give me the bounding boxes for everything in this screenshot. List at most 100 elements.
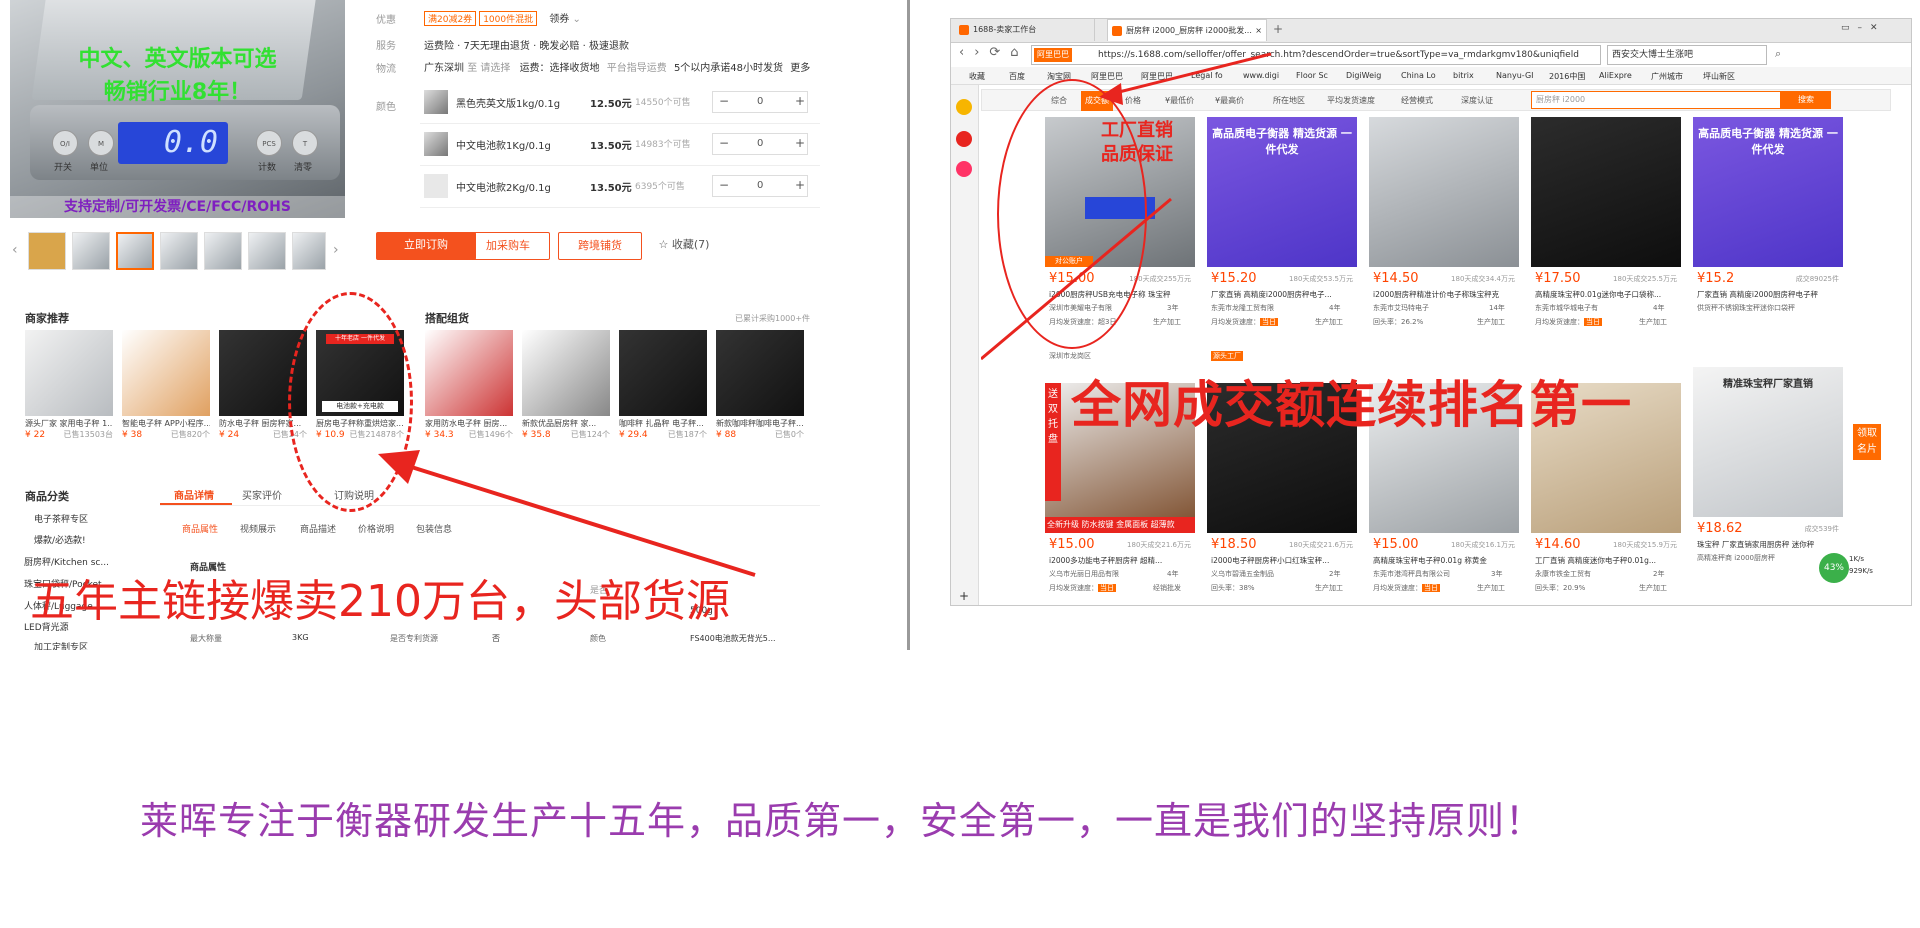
search-icon[interactable]: ⌕: [1775, 47, 1781, 61]
repeat-value: 20.9%: [1563, 584, 1586, 592]
result-sold: 180天成交15.9万元: [1613, 541, 1677, 549]
category-item[interactable]: 电子茶秤专区: [34, 512, 88, 525]
chevron-right-icon[interactable]: ›: [333, 242, 339, 258]
bookmark[interactable]: 广州城市: [1651, 71, 1683, 82]
business-card-widget[interactable]: 领取 名片: [1853, 424, 1881, 460]
browser-tab[interactable]: 1688-卖家工作台: [955, 19, 1095, 41]
tab-title: 1688-卖家工作台: [973, 25, 1037, 34]
product-card[interactable]: 咖啡秤 扎晶秤 电子秤... ¥ 29.4 已售187个: [619, 330, 707, 448]
result-card[interactable]: ¥17.50 180天成交25.5万元 高精度珠宝秤0.01g迷你电子口袋称..…: [1531, 117, 1681, 367]
subtab-description[interactable]: 商品描述: [300, 522, 336, 535]
result-card[interactable]: 高品质电子衡器 精选货源 一件代发 ¥15.2 成交89025件 厂家直销 高精…: [1693, 117, 1843, 367]
thumbnail[interactable]: [248, 232, 286, 270]
thumbnail-selected[interactable]: [116, 232, 154, 270]
plus-button[interactable]: +: [795, 94, 805, 108]
result-company[interactable]: 东莞市城华城电子有: [1535, 303, 1598, 313]
subtab-video[interactable]: 视频展示: [240, 522, 276, 535]
category-item[interactable]: 爆款/必选款!: [34, 533, 86, 546]
result-title[interactable]: i2000厨房秤精准计价电子称珠宝秤克: [1373, 289, 1519, 300]
bookmark[interactable]: bitrix: [1453, 71, 1474, 80]
search-button[interactable]: 搜索: [1781, 91, 1831, 109]
result-company[interactable]: 东莞市港湾秤具有限公司: [1373, 569, 1450, 579]
bookmark[interactable]: 坪山新区: [1703, 71, 1735, 82]
search-input[interactable]: 厨房秤 i2000: [1531, 91, 1781, 109]
filter-verified[interactable]: 深度认证: [1461, 91, 1493, 111]
thumbnail[interactable]: [160, 232, 198, 270]
result-company[interactable]: 供货秤不锈钢珠宝秤迷你口袋秤: [1697, 303, 1795, 313]
order-now-button[interactable]: 立即订购: [376, 232, 476, 260]
browser-tab-active[interactable]: 厨房秤 i2000_厨房秤 i2000批发... ×: [1107, 19, 1267, 41]
result-title[interactable]: 高精度珠宝秤电子秤0.01g 称黄金: [1373, 555, 1519, 566]
logistics-to-select[interactable]: 至 请选择: [467, 63, 510, 74]
logistics-more-link[interactable]: 更多: [790, 63, 810, 74]
sku-name: 中文电池款2Kg/0.1g: [456, 183, 551, 194]
bookmark[interactable]: Floor Sc: [1296, 71, 1328, 80]
filter-shipping[interactable]: 平均发货速度: [1327, 91, 1375, 111]
favorite-button[interactable]: ☆ 收藏(7): [654, 232, 714, 260]
quantity-value[interactable]: 0: [757, 138, 763, 149]
filter-mode[interactable]: 经营模式: [1401, 91, 1433, 111]
subtab-attributes[interactable]: 商品属性: [182, 522, 218, 535]
thumbnail[interactable]: [204, 232, 242, 270]
result-company[interactable]: 高精准秤商 i2000厨房秤: [1697, 553, 1775, 563]
promo-tag[interactable]: 1000件混批: [479, 11, 538, 26]
product-card[interactable]: 家用防水电子秤 厨房... ¥ 34.3 已售1496个: [425, 330, 513, 448]
result-company[interactable]: 义乌市光丽日用品有限: [1049, 569, 1119, 579]
sku-image[interactable]: [424, 90, 448, 114]
product-card[interactable]: 源头厂家 家用电子秤 1... ¥ 22 已售13503台: [25, 330, 113, 448]
minus-button[interactable]: −: [719, 94, 729, 108]
thumbnail[interactable]: [72, 232, 110, 270]
promo-tag[interactable]: 满20减2券: [424, 11, 477, 26]
sku-image[interactable]: [424, 174, 448, 198]
result-title[interactable]: 厂家直销 高精度i2000厨房秤电子秤: [1697, 289, 1843, 300]
service-value: 运费险 · 7天无理由退货 · 晚发必赔 · 极速退款: [424, 41, 629, 52]
add-cart-button[interactable]: 加采购车: [466, 232, 550, 260]
bookmark[interactable]: 2016中国: [1549, 71, 1585, 82]
tab-details[interactable]: 商品详情: [174, 487, 214, 502]
new-tab-icon[interactable]: +: [1273, 22, 1283, 36]
coupon-link[interactable]: 领券: [549, 14, 569, 25]
bookmark[interactable]: AliExpre: [1599, 71, 1632, 80]
plus-button[interactable]: +: [795, 178, 805, 192]
product-name: 家用防水电子秤 厨房...: [425, 419, 508, 428]
tab-reviews[interactable]: 买家评价: [242, 487, 282, 502]
close-icon[interactable]: ×: [1255, 20, 1262, 42]
product-main-image[interactable]: 0.0 O/I M PCS T 开关 单位 计数 清零 中文、英文版本可选 畅销…: [10, 0, 345, 218]
result-company[interactable]: 义乌市碧涌五金制品: [1211, 569, 1274, 579]
chevron-left-icon[interactable]: ‹: [12, 242, 18, 258]
app-icon[interactable]: [956, 161, 972, 177]
product-name: 新款优品厨房秤 家...: [522, 419, 597, 428]
star-icon[interactable]: [956, 99, 972, 115]
result-title[interactable]: 高精度珠宝秤0.01g迷你电子口袋称...: [1535, 289, 1681, 300]
window-controls[interactable]: ▭–✕: [1841, 23, 1886, 33]
category-item[interactable]: 加工定制专区: [34, 640, 88, 650]
sku-stock: 6395个可售: [635, 182, 685, 192]
quantity-value[interactable]: 0: [757, 180, 763, 191]
speed-meter[interactable]: 43%: [1819, 553, 1849, 583]
sku-image[interactable]: [424, 132, 448, 156]
quantity-value[interactable]: 0: [757, 96, 763, 107]
result-title[interactable]: 工厂直销 高精度迷你电子秤0.01g...: [1535, 555, 1681, 566]
bookmark[interactable]: Nanyu-GI: [1496, 71, 1534, 80]
crossborder-button[interactable]: 跨境铺货: [558, 232, 642, 260]
result-company[interactable]: 东莞市艾玛特电子: [1373, 303, 1429, 313]
bookmark[interactable]: DigiWeig: [1346, 71, 1381, 80]
add-icon[interactable]: +: [959, 589, 969, 603]
result-title[interactable]: i2000多功能电子秤厨房秤 超精...: [1049, 555, 1195, 566]
search-engine-box[interactable]: 西安交大博士生涨吧: [1607, 45, 1767, 65]
widget-label: 名片: [1857, 444, 1877, 455]
result-card[interactable]: ¥14.50 180天成交34.4万元 i2000厨房秤精准计价电子称珠宝秤克 …: [1369, 117, 1519, 367]
minus-button[interactable]: −: [719, 136, 729, 150]
product-card[interactable]: 新款咖啡秤咖啡电子秤... ¥ 88 已售0个: [716, 330, 804, 448]
thumbnail[interactable]: [292, 232, 326, 270]
minus-button[interactable]: −: [719, 178, 729, 192]
result-title[interactable]: i2000电子秤厨房秤小口红珠宝秤...: [1211, 555, 1357, 566]
thumbnail-video[interactable]: [28, 232, 66, 270]
product-card[interactable]: 智能电子秤 APP小程序... ¥ 38 已售820个: [122, 330, 210, 448]
result-company[interactable]: 永康市铁金工贸有: [1535, 569, 1591, 579]
plus-button[interactable]: +: [795, 136, 805, 150]
bookmark[interactable]: China Lo: [1401, 71, 1436, 80]
product-card[interactable]: 新款优品厨房秤 家... ¥ 35.8 已售124个: [522, 330, 610, 448]
weibo-icon[interactable]: [956, 131, 972, 147]
result-title[interactable]: 珠宝秤 厂家直销家用厨房秤 迷你秤: [1697, 539, 1843, 550]
